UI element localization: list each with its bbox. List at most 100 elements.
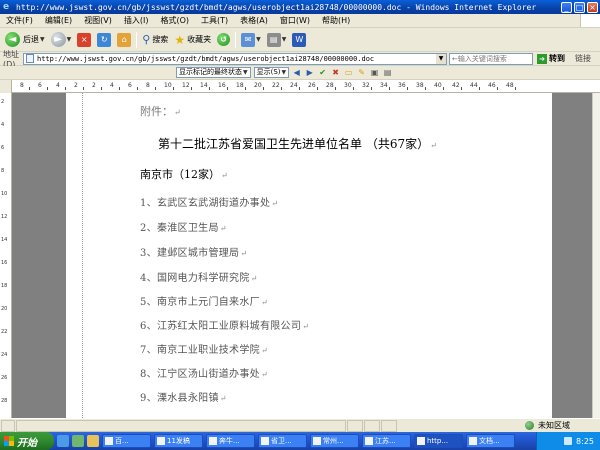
quicklaunch-ie-icon[interactable] <box>57 435 69 447</box>
menu-tools[interactable]: 工具(T) <box>195 15 234 26</box>
task-label: http... <box>427 437 449 445</box>
keyword-search-input[interactable]: ←输入关键词搜索 <box>449 52 533 65</box>
ruler-number: 34 <box>380 82 388 89</box>
taskbar-task[interactable]: 省卫... <box>258 434 307 448</box>
ruler-number: 16 <box>1 260 8 266</box>
ruler-tick <box>209 87 210 90</box>
close-button[interactable]: × <box>587 1 598 13</box>
menu-file[interactable]: 文件(F) <box>0 15 39 26</box>
ruler-tick <box>461 87 462 90</box>
globe-icon <box>525 421 534 430</box>
ruler-tick <box>335 87 336 90</box>
ruler-number: 40 <box>434 82 442 89</box>
taskbar-task[interactable]: 11发稿 <box>154 434 203 448</box>
list-item: 1、玄武区玄武湖街道办事处↵ <box>140 194 278 209</box>
horizontal-ruler[interactable]: 8 6 4 2 2 4 6 8 10 12 14 16 18 20 22 24 26 28 30 32 34 36 38 40… <box>12 80 600 93</box>
forward-arrow-icon: ► <box>50 32 66 47</box>
next-change-icon[interactable]: ▶ <box>304 67 315 78</box>
show-dropdown[interactable]: 显示(S) ▼ <box>253 67 290 78</box>
search-button[interactable]: ⚲ 搜索 <box>139 30 171 50</box>
ruler-tick <box>263 87 264 90</box>
maximize-button[interactable]: □ <box>574 1 585 13</box>
menu-table[interactable]: 表格(A) <box>234 15 274 26</box>
menu-format[interactable]: 格式(O) <box>154 15 195 26</box>
forward-button[interactable]: ► ▼ <box>48 30 75 50</box>
ruler-tick <box>281 87 282 90</box>
ruler-tick <box>425 87 426 90</box>
track-changes-icon[interactable]: ▣ <box>369 67 380 78</box>
status-page-icon <box>1 419 15 432</box>
zone-label: 未知区域 <box>538 421 570 430</box>
task-label: 江苏... <box>375 437 396 445</box>
taskbar-task[interactable]: 百... <box>102 434 151 448</box>
list-item: 5、南京市上元门自来水厂↵ <box>140 293 268 308</box>
vertical-ruler[interactable]: 2 4 6 8 10 12 14 16 18 20 22 24 26 28 <box>0 93 12 418</box>
document-area: 附件：↵ 第十二批江苏省爱国卫生先进单位名单 （共67家）↵ 南京市（12家）↵… <box>12 93 592 418</box>
ruler-tick <box>389 87 390 90</box>
menu-help[interactable]: 帮助(H) <box>316 15 356 26</box>
chevron-down-icon[interactable]: ▼ <box>436 53 446 64</box>
chevron-down-icon: ▼ <box>40 36 45 43</box>
ruler-tick <box>47 87 48 90</box>
minimize-button[interactable]: _ <box>561 1 572 13</box>
print-button[interactable]: ▤ ▼ <box>264 30 290 50</box>
history-button[interactable]: ↺ <box>214 30 233 50</box>
vertical-scrollbar[interactable] <box>592 93 600 418</box>
favorites-button[interactable]: ★ 收藏夹 <box>171 30 214 50</box>
previous-change-icon[interactable]: ◀ <box>291 67 302 78</box>
accept-change-icon[interactable]: ✔ <box>317 67 328 78</box>
taskbar-task[interactable]: 常州... <box>310 434 359 448</box>
ruler-number: 36 <box>398 82 406 89</box>
quicklaunch-folder-icon[interactable] <box>87 435 99 447</box>
menu-insert[interactable]: 插入(I) <box>118 15 155 26</box>
refresh-icon: ↻ <box>97 32 112 47</box>
security-zone[interactable]: 未知区域 <box>525 420 600 431</box>
tray-network-icon[interactable] <box>564 437 573 445</box>
paragraph-mark: ↵ <box>219 394 227 403</box>
ruler-number: 6 <box>1 145 5 151</box>
address-input[interactable]: http://www.jswst.gov.cn/gb/jsswst/gzdt/b… <box>23 52 447 65</box>
list-item-text: 9、溧水县永阳镇 <box>140 393 219 404</box>
highlight-icon[interactable]: ✎ <box>356 67 367 78</box>
edit-word-button[interactable]: W <box>289 30 309 50</box>
ruler-tick <box>371 87 372 90</box>
standard-toolbar: ◄ 后退 ▼ ► ▼ × ↻ ⌂ ⚲ 搜索 ★ 收藏夹 ↺ ✉ ▼ ▤ ▼ W <box>0 28 600 52</box>
ruler-number: 24 <box>1 352 8 358</box>
start-button[interactable]: 开始 <box>0 432 54 450</box>
mail-button[interactable]: ✉ ▼ <box>238 30 264 50</box>
go-button[interactable]: ➜ 转到 <box>537 53 565 64</box>
ruler-number: 46 <box>488 82 496 89</box>
ruler-number: 32 <box>362 82 370 89</box>
clock[interactable]: 8:25 <box>576 437 594 446</box>
insert-comment-icon[interactable]: ▭ <box>343 67 354 78</box>
menu-edit[interactable]: 编辑(E) <box>39 15 78 26</box>
reject-change-icon[interactable]: ✖ <box>330 67 341 78</box>
links-button[interactable]: 链接 <box>575 53 591 64</box>
ruler-number: 12 <box>182 82 190 89</box>
menu-view[interactable]: 视图(V) <box>78 15 118 26</box>
refresh-button[interactable]: ↻ <box>94 30 114 50</box>
paragraph-mark: ↵ <box>260 298 268 307</box>
home-icon: ⌂ <box>117 32 132 47</box>
ruler-corner[interactable] <box>0 80 12 93</box>
markup-mode-select[interactable]: 显示标记的最终状态 ▼ <box>176 67 251 78</box>
task-label: 11发稿 <box>167 437 190 445</box>
stop-button[interactable]: × <box>74 30 94 50</box>
taskbar-task-active[interactable]: http... <box>414 434 463 448</box>
menu-window[interactable]: 窗口(W) <box>274 15 316 26</box>
ruler-number: 8 <box>146 82 150 89</box>
back-button[interactable]: ◄ 后退 ▼ <box>2 30 48 50</box>
home-button[interactable]: ⌂ <box>114 30 134 50</box>
ruler-tick <box>101 87 102 90</box>
paragraph-mark: ↵ <box>260 370 268 379</box>
taskbar-task[interactable]: 奔牛... <box>206 434 255 448</box>
taskbar-task[interactable]: 江苏... <box>362 434 411 448</box>
toolbar-divider <box>235 31 237 48</box>
taskbar-task[interactable]: 文档... <box>466 434 515 448</box>
quicklaunch-desktop-icon[interactable] <box>72 435 84 447</box>
ruler-tick <box>245 87 246 90</box>
document-page[interactable]: 附件：↵ 第十二批江苏省爱国卫生先进单位名单 （共67家）↵ 南京市（12家）↵… <box>66 93 552 418</box>
reviewing-pane-icon[interactable]: ▤ <box>382 67 393 78</box>
list-item: 3、建邺区城市管理局↵ <box>140 244 247 259</box>
status-cell <box>347 419 363 432</box>
